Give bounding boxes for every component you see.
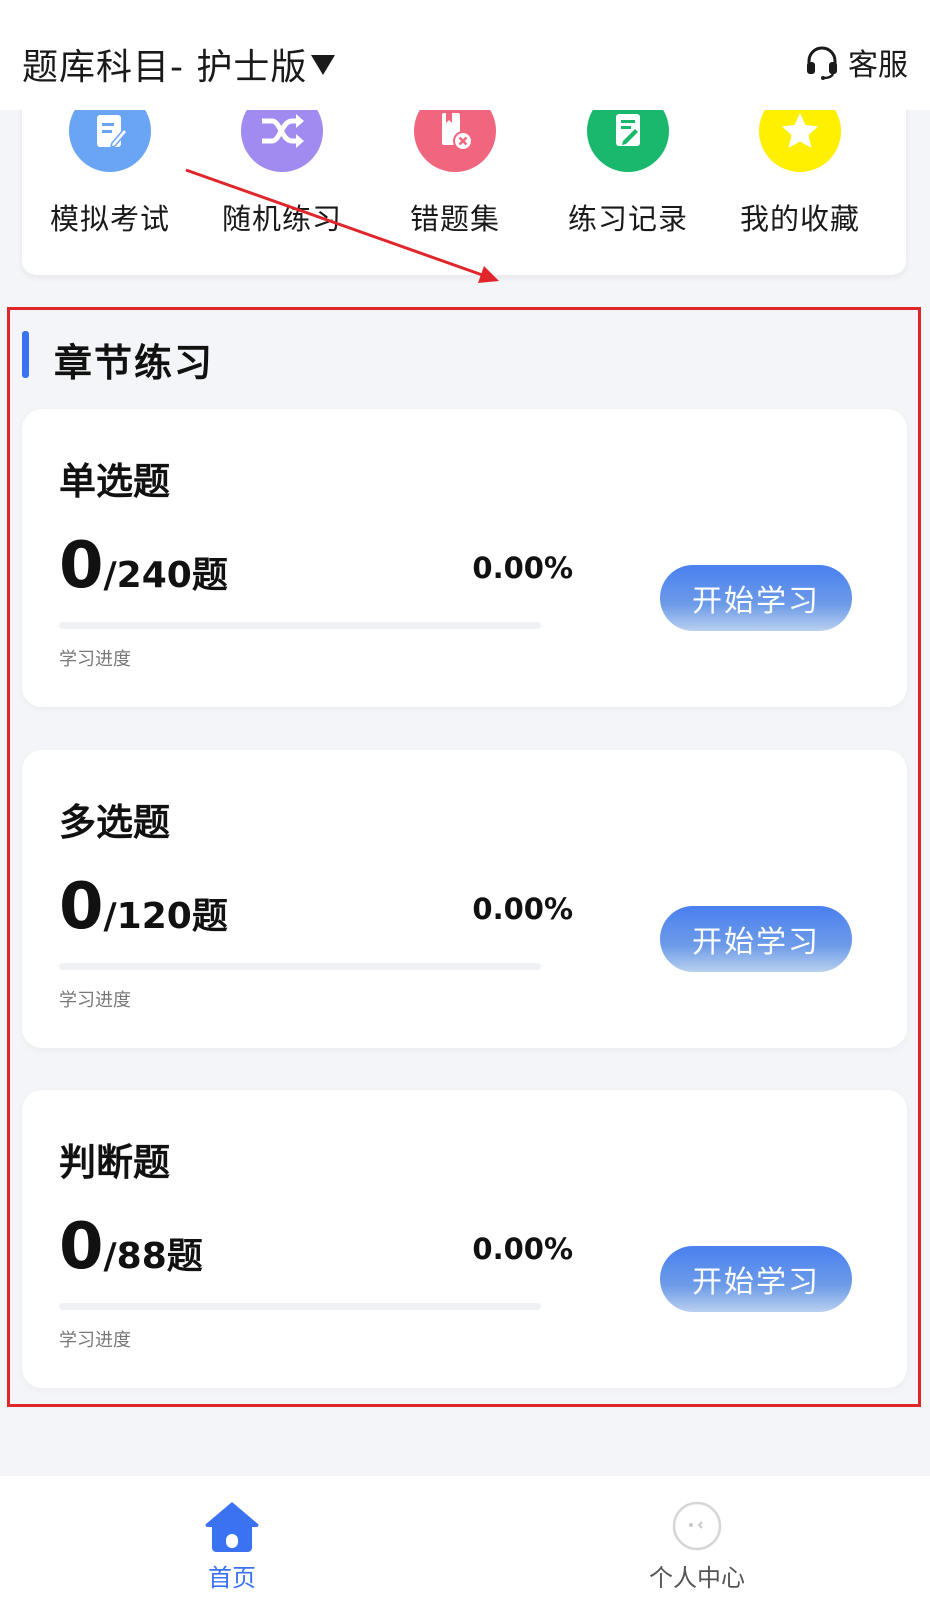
done-count: 0 [59, 529, 104, 603]
start-learning-button[interactable]: 开始学习 [660, 1246, 852, 1312]
start-learning-button[interactable]: 开始学习 [660, 565, 852, 631]
nav-profile-label: 个人中心 [649, 1564, 745, 1592]
question-count: 0/240题 [59, 529, 228, 603]
section-title: 章节练习 [54, 341, 215, 385]
question-type-title: 多选题 [59, 801, 170, 844]
section-accent-bar [22, 331, 29, 378]
question-count: 0/120题 [59, 870, 228, 944]
question-type-card-multiple: 多选题 0/120题 0.00% 学习进度 开始学习 [22, 750, 907, 1048]
progress-percent: 0.00% [472, 892, 573, 926]
progress-label: 学习进度 [59, 990, 131, 1011]
customer-service-button[interactable]: 客服 [804, 40, 908, 84]
start-learning-button[interactable]: 开始学习 [660, 906, 852, 972]
user-face-icon [672, 1501, 722, 1551]
nav-home-label: 首页 [208, 1564, 256, 1592]
subject-title: 题库科目- 护士版 [22, 47, 308, 88]
quick-action-label: 练习记录 [567, 202, 688, 236]
progress-percent: 0.00% [472, 1232, 573, 1266]
top-header: 题库科目- 护士版 客服 [0, 0, 930, 110]
home-icon [205, 1502, 259, 1552]
total-count: /120题 [103, 896, 228, 937]
nav-profile[interactable]: 个人中心 [597, 1476, 797, 1596]
progress-bar [59, 963, 541, 970]
headset-icon [807, 46, 837, 80]
progress-percent: 0.00% [472, 551, 573, 585]
quick-action-label: 随机练习 [221, 202, 342, 236]
quick-action-label: 我的收藏 [739, 202, 860, 236]
subject-selector[interactable]: 题库科目- 护士版 [22, 38, 336, 90]
progress-label: 学习进度 [59, 1330, 131, 1351]
question-type-card-judgment: 判断题 0/88题 0.00% 学习进度 开始学习 [22, 1090, 907, 1388]
progress-bar [59, 622, 541, 629]
nav-home[interactable]: 首页 [132, 1476, 332, 1596]
question-type-card-single: 单选题 0/240题 0.00% 学习进度 开始学习 [22, 409, 907, 707]
caret-down-icon [311, 55, 336, 75]
quick-action-label: 错题集 [409, 202, 500, 236]
progress-label: 学习进度 [59, 649, 131, 670]
question-type-title: 判断题 [59, 1141, 170, 1184]
quick-action-label: 模拟考试 [49, 202, 170, 236]
total-count: /240题 [103, 555, 228, 596]
question-count: 0/88题 [59, 1210, 203, 1284]
question-type-title: 单选题 [59, 460, 170, 503]
done-count: 0 [59, 1210, 104, 1284]
done-count: 0 [59, 870, 104, 944]
total-count: /88题 [103, 1236, 203, 1277]
progress-bar [59, 1303, 541, 1310]
bottom-nav: 首页 个人中心 [0, 1476, 930, 1604]
service-label: 客服 [848, 48, 908, 83]
